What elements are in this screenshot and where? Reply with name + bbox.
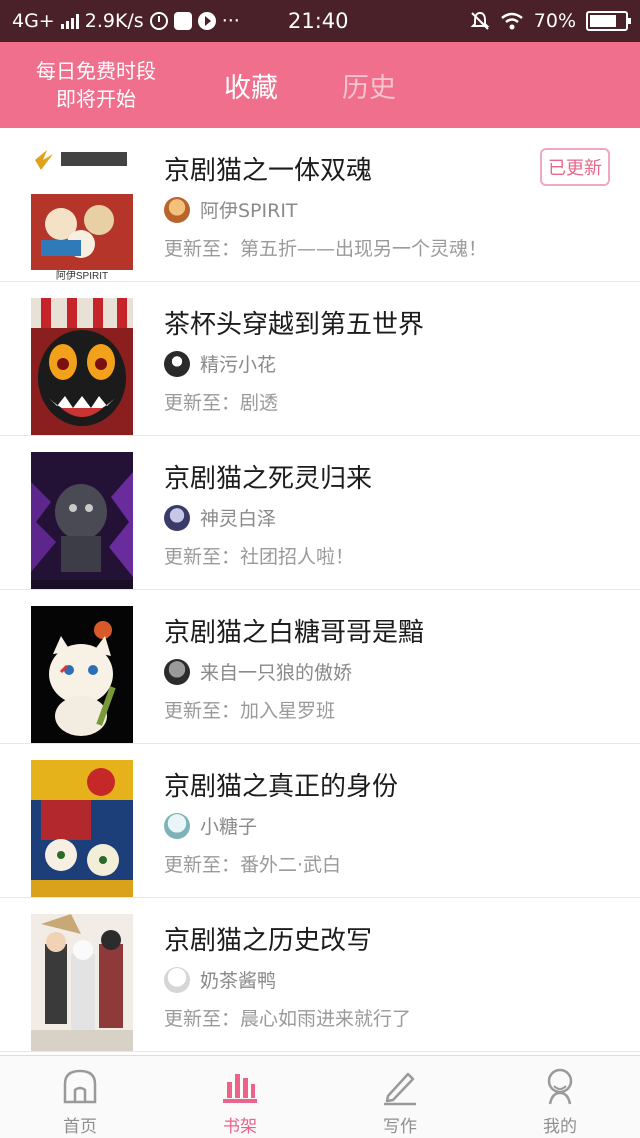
media-icon [197, 12, 216, 30]
bottom-nav: 首页 书架 写作 我的 [0, 1055, 640, 1138]
battery-icon [586, 11, 631, 31]
header: 每日免费时段 即将开始 收藏 历史 [0, 42, 640, 128]
comic-title: 京剧猫之白糖哥哥是黯 [164, 618, 425, 648]
comic-title: 京剧猫之死灵归来 [164, 464, 373, 494]
author-name: 阿伊SPIRIT [200, 200, 298, 222]
update-prefix: 更新至： [164, 546, 241, 568]
comic-title: 京剧猫之历史改写 [164, 926, 373, 956]
nav-bookshelf-label: 书架 [223, 1117, 257, 1137]
free-time-line2: 即将开始 [56, 87, 136, 111]
author-avatar [164, 196, 190, 223]
alarm-icon [149, 12, 168, 30]
signal-icon [60, 13, 79, 29]
update-chapter: 晨心如雨进来就行了 [240, 1008, 412, 1030]
tab-history[interactable]: 历史 [310, 66, 428, 105]
comic-title: 京剧猫之一体双魂 [164, 156, 373, 186]
update-prefix: 更新至： [164, 854, 241, 876]
clock-time: 21:40 [288, 9, 349, 33]
comic-title: 茶杯头穿越到第五世界 [164, 310, 425, 340]
cover-image [31, 760, 133, 897]
update-chapter: 番外二·武白 [240, 854, 342, 876]
tab-favorites[interactable]: 收藏 [192, 66, 310, 105]
author-avatar [164, 966, 190, 993]
wifi-icon [500, 12, 523, 30]
cover-image [31, 606, 133, 743]
speed-label: 2.9K/s [84, 10, 144, 32]
nav-profile-label: 我的 [543, 1117, 577, 1137]
nav-home[interactable]: 首页 [0, 1056, 160, 1138]
update-prefix: 更新至： [164, 392, 241, 414]
author-name: 神灵白泽 [200, 508, 277, 530]
home-icon [63, 1069, 97, 1104]
nav-write-label: 写作 [383, 1117, 417, 1137]
cover-image: 阿伊SPIRIT [31, 144, 133, 281]
list-item[interactable]: 京剧猫之真正的身份 小糖子 更新至：番外二·武白 [0, 744, 640, 898]
update-info: 更新至：社团招人啦！ [164, 542, 354, 569]
update-prefix: 更新至： [164, 238, 241, 260]
list-item[interactable]: 京剧猫之白糖哥哥是黯 来自一只狼的傲娇 更新至：加入星罗班 [0, 590, 640, 744]
nav-home-label: 首页 [63, 1117, 97, 1137]
update-prefix: 更新至： [164, 1008, 241, 1030]
update-info: 更新至：加入星罗班 [164, 696, 335, 723]
author-avatar [164, 350, 190, 377]
list-item[interactable]: 茶杯头穿越到第五世界 精污小花 更新至：剧透 [0, 282, 640, 436]
author-avatar [164, 812, 190, 839]
bookshelf-list: 阿伊SPIRIT 京剧猫之一体双魂 阿伊SPIRIT 更新至：第五折——出现另一… [0, 128, 640, 1052]
nav-write[interactable]: 写作 [320, 1056, 480, 1138]
free-time-banner[interactable]: 每日免费时段 即将开始 [0, 57, 192, 113]
list-item[interactable]: 阿伊SPIRIT 京剧猫之一体双魂 阿伊SPIRIT 更新至：第五折——出现另一… [0, 128, 640, 282]
update-info: 更新至：第五折——出现另一个灵魂！ [164, 234, 487, 261]
update-info: 更新至：晨心如雨进来就行了 [164, 1004, 411, 1031]
update-prefix: 更新至： [164, 700, 241, 722]
network-label: 4G+ [12, 10, 55, 32]
list-item[interactable]: 京剧猫之死灵归来 神灵白泽 更新至：社团招人啦！ [0, 436, 640, 590]
author-avatar [164, 658, 190, 685]
mute-icon [470, 11, 490, 30]
author-name: 奶茶酱鸭 [200, 970, 277, 992]
author-name: 小糖子 [200, 816, 258, 838]
comic-title: 京剧猫之真正的身份 [164, 772, 399, 802]
cover-image [31, 914, 133, 1051]
bookshelf-icon [223, 1074, 257, 1103]
update-info: 更新至：番外二·武白 [164, 850, 341, 877]
cover-image [31, 298, 133, 435]
profile-icon [547, 1068, 573, 1105]
more-notifications-icon: ··· [221, 10, 240, 32]
updated-badge: 已更新 [540, 148, 610, 186]
list-item[interactable]: 京剧猫之历史改写 奶茶酱鸭 更新至：晨心如雨进来就行了 [0, 898, 640, 1052]
update-chapter: 加入星罗班 [240, 700, 336, 722]
cover-image [31, 452, 133, 589]
status-bar: 4G+ 2.9K/s ··· 21:40 70% [0, 0, 640, 42]
update-chapter: 社团招人啦！ [240, 546, 355, 568]
update-chapter: 剧透 [240, 392, 279, 414]
free-time-line1: 每日免费时段 [36, 59, 156, 83]
author-avatar [164, 504, 190, 531]
author-name: 来自一只狼的傲娇 [200, 662, 353, 684]
nav-profile[interactable]: 我的 [480, 1056, 640, 1138]
update-chapter: 第五折——出现另一个灵魂！ [240, 238, 488, 260]
pen-icon [384, 1072, 416, 1106]
message-icon [173, 12, 192, 30]
nav-bookshelf[interactable]: 书架 [160, 1056, 320, 1138]
update-info: 更新至：剧透 [164, 388, 278, 415]
author-name: 精污小花 [200, 354, 277, 376]
battery-percent: 70% [533, 10, 576, 32]
cover-caption: 阿伊SPIRIT [56, 270, 108, 281]
